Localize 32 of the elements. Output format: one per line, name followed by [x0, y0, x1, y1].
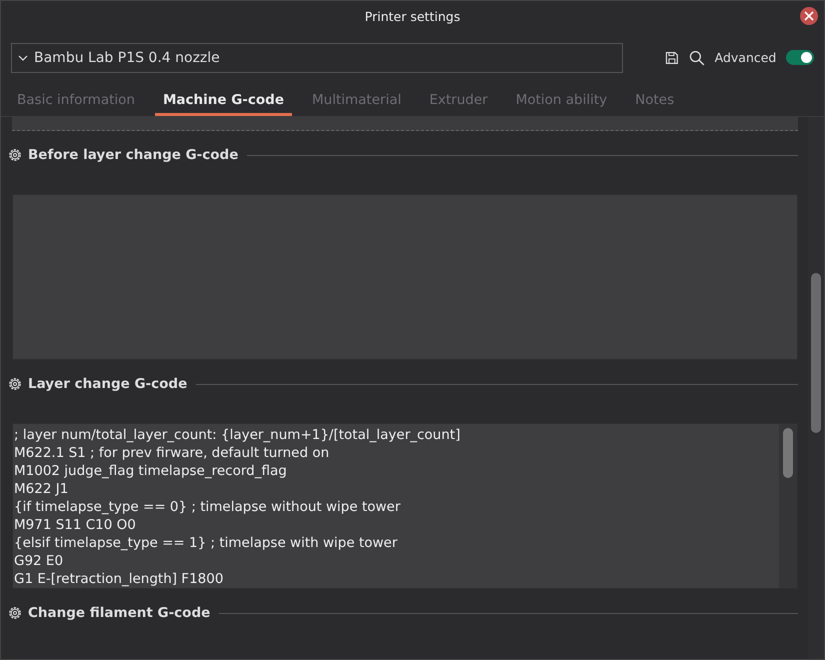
gear-icon — [7, 605, 23, 621]
code-line: G92 E0 — [14, 552, 64, 570]
tab[interactable]: Basic information — [9, 90, 143, 116]
scrollbar[interactable] — [779, 424, 797, 588]
close-icon — [804, 11, 814, 21]
code-line: {elsif timelapse_type == 1} ; timelapse with wipe tower — [14, 534, 398, 552]
chevron-down-icon — [18, 54, 28, 60]
code-editor[interactable] — [12, 423, 798, 589]
tab[interactable]: Multimaterial — [304, 90, 410, 116]
advanced-label: Advanced — [714, 50, 776, 65]
advanced-toggle[interactable] — [786, 50, 814, 65]
tab[interactable]: Motion ability — [508, 90, 616, 116]
code-line: M622 J1 — [14, 480, 70, 498]
search-icon[interactable] — [688, 50, 705, 66]
section-title: Before layer change G-code — [28, 147, 238, 163]
tab[interactable]: Notes — [627, 90, 682, 116]
window-title: Printer settings — [364, 8, 460, 24]
section-title: Change filament G-code — [28, 605, 210, 621]
gear-icon — [7, 376, 23, 392]
code-line: G1 E-[retraction_length] F1800 — [14, 570, 224, 588]
code-line: M1002 judge_flag timelapse_record_flag — [14, 462, 288, 480]
tab[interactable]: Extruder — [421, 90, 496, 116]
save-icon[interactable] — [665, 50, 679, 64]
code-line: M622.1 S1 ; for prev firware, default turned on — [14, 444, 330, 462]
code-line: {if timelapse_type == 0} ; timelapse without wipe tower — [14, 498, 402, 516]
preset-name: Bambu Lab P1S 0.4 nozzle — [34, 50, 220, 66]
code-line: M971 S11 C10 O0 — [14, 516, 137, 534]
close-button[interactable] — [800, 7, 818, 25]
gear-icon — [7, 147, 23, 163]
section-title: Layer change G-code — [28, 376, 188, 392]
preset-dropdown[interactable]: Bambu Lab P1S 0.4 nozzle — [11, 42, 624, 72]
code-line: ; layer num/total_layer_count: {layer_num+1}/[total_layer_count] — [14, 426, 462, 444]
